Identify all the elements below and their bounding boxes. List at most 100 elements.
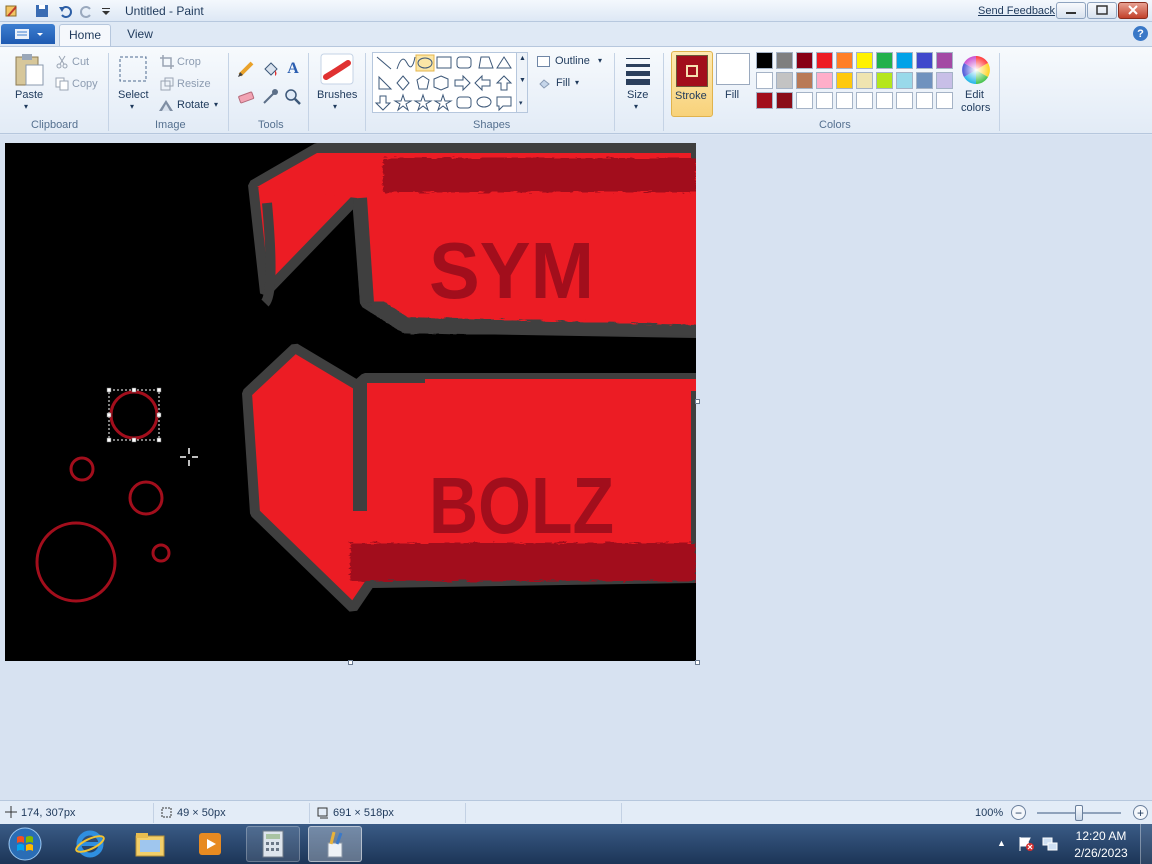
action-center-flag-icon[interactable] [1017,836,1035,852]
palette-color-24[interactable] [816,92,833,109]
minimize-button[interactable] [1056,2,1086,19]
brushes-label[interactable]: Brushes [317,89,357,101]
fill-bucket-small-icon[interactable] [538,78,551,90]
size-dropdown-icon[interactable]: ▾ [634,102,638,111]
palette-color-2[interactable] [776,52,793,69]
rotate-icon[interactable] [158,98,174,112]
clock-date[interactable]: 2/26/2023 [1066,846,1136,860]
cut-label[interactable]: Cut [72,56,89,68]
fill-label[interactable]: Fill [556,77,570,89]
close-button[interactable] [1118,2,1148,19]
edit-colors-label-2[interactable]: colors [961,102,990,114]
palette-color-14[interactable] [816,72,833,89]
outline-dropdown-icon[interactable]: ▾ [598,56,602,65]
file-explorer-icon[interactable] [123,826,177,862]
shapes-scrollbar[interactable]: ▲ ▼ ▾ [516,52,528,113]
palette-color-16[interactable] [856,72,873,89]
internet-explorer-icon[interactable] [63,826,117,862]
palette-color-6[interactable] [856,52,873,69]
select-icon[interactable] [118,55,148,83]
palette-color-7[interactable] [876,52,893,69]
maximize-button[interactable] [1087,2,1117,19]
palette-color-4[interactable] [816,52,833,69]
copy-icon[interactable] [55,77,69,91]
edit-colors-label-1[interactable]: Edit [965,89,984,101]
resize-icon[interactable] [160,77,174,91]
customize-quick-access-icon[interactable] [98,3,114,19]
redo-icon[interactable] [79,3,95,19]
zoom-out-icon[interactable]: − [1011,805,1026,820]
paint-taskbar-icon[interactable] [308,826,362,862]
network-icon[interactable] [1041,836,1059,852]
undo-icon[interactable] [57,3,73,19]
magnifier-icon[interactable] [283,87,303,107]
canvas-resize-handle-corner[interactable] [695,660,700,665]
paint-app-icon[interactable] [3,3,19,19]
palette-color-18[interactable] [896,72,913,89]
shapes-gallery-icons[interactable] [373,53,529,114]
cut-icon[interactable] [55,55,69,69]
select-dropdown-icon[interactable]: ▾ [130,102,134,111]
shapes-scroll-down-icon[interactable]: ▼ [519,77,526,84]
rotate-label[interactable]: Rotate [177,99,209,111]
palette-color-13[interactable] [796,72,813,89]
palette-color-28[interactable] [896,92,913,109]
palette-color-19[interactable] [916,72,933,89]
size-icon[interactable] [624,55,652,85]
save-icon[interactable] [34,3,50,19]
send-feedback-link[interactable]: Send Feedback [978,5,1055,17]
palette-color-17[interactable] [876,72,893,89]
text-tool-icon[interactable]: A [283,59,303,79]
fill-dropdown-icon[interactable]: ▾ [575,78,579,87]
edit-colors-icon[interactable] [961,55,991,85]
eraser-icon[interactable] [236,87,256,107]
start-button[interactable] [0,826,50,862]
zoom-slider-thumb[interactable] [1075,805,1083,821]
shapes-scroll-up-icon[interactable]: ▲ [519,55,526,62]
palette-color-1[interactable] [756,52,773,69]
show-desktop-button[interactable] [1140,824,1152,864]
paste-label[interactable]: Paste [15,89,43,101]
outline-label[interactable]: Outline [555,55,590,67]
palette-color-9[interactable] [916,52,933,69]
drawing-canvas[interactable]: SYM BOLZ [5,143,696,661]
palette-color-5[interactable] [836,52,853,69]
palette-color-20[interactable] [936,72,953,89]
outline-icon[interactable] [537,56,550,67]
fill-color-label[interactable]: Fill [725,89,739,101]
canvas-resize-handle-right[interactable] [695,399,700,404]
clock-time[interactable]: 12:20 AM [1066,829,1136,843]
paste-dropdown-icon[interactable]: ▾ [24,102,28,111]
palette-color-15[interactable] [836,72,853,89]
crop-icon[interactable] [160,55,174,69]
help-icon[interactable]: ? [1133,26,1148,41]
brushes-dropdown-icon[interactable]: ▾ [333,102,337,111]
paste-icon[interactable] [13,53,45,87]
tab-view[interactable]: View [118,27,162,41]
media-player-icon[interactable] [183,826,237,862]
zoom-in-icon[interactable]: + [1133,805,1148,820]
canvas-resize-handle-bottom[interactable] [348,660,353,665]
palette-color-29[interactable] [916,92,933,109]
palette-color-12[interactable] [776,72,793,89]
size-label[interactable]: Size [627,89,648,101]
show-hidden-icons[interactable]: ▲ [997,838,1006,848]
tab-home[interactable]: Home [59,24,111,46]
palette-color-10[interactable] [936,52,953,69]
select-label[interactable]: Select [118,89,149,101]
shapes-expand-icon[interactable]: ▾ [519,99,523,107]
color-picker-icon[interactable] [260,87,280,107]
paint-menu-button[interactable] [1,24,55,44]
palette-color-11[interactable] [756,72,773,89]
stroke-color-button[interactable]: Stroke [671,51,713,117]
palette-color-22[interactable] [776,92,793,109]
palette-color-23[interactable] [796,92,813,109]
resize-label[interactable]: Resize [177,78,211,90]
palette-color-27[interactable] [876,92,893,109]
palette-color-30[interactable] [936,92,953,109]
palette-color-3[interactable] [796,52,813,69]
palette-color-8[interactable] [896,52,913,69]
rotate-dropdown-icon[interactable]: ▾ [214,100,218,109]
crop-label[interactable]: Crop [177,56,201,68]
palette-color-25[interactable] [836,92,853,109]
